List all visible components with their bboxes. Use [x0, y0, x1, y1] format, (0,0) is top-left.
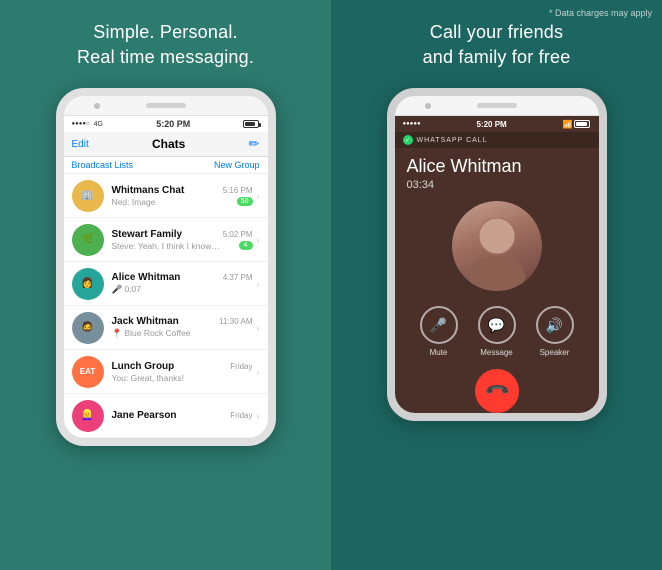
- right-tagline: Call your friends and family for free: [423, 20, 571, 70]
- call-duration: 03:34: [395, 179, 599, 201]
- caller-avatar-svg: [452, 201, 542, 291]
- chat-name: Whitmans Chat: [112, 185, 185, 196]
- unread-badge: 4: [239, 241, 253, 250]
- left-tagline: Simple. Personal. Real time messaging.: [77, 20, 254, 70]
- call-signal: ●●●●●: [403, 121, 421, 127]
- speaker-label: Speaker: [540, 348, 570, 357]
- wifi-icon: 📶: [563, 120, 573, 129]
- phone-camera: [94, 103, 100, 109]
- compose-button[interactable]: ✏: [249, 136, 260, 152]
- chat-info: Stewart Family 5:02 PM Steve: Yeah, I th…: [112, 229, 253, 251]
- avatar-face: [452, 201, 542, 291]
- chats-navbar: Edit Chats ✏: [64, 132, 268, 157]
- chat-message: 🎤 0:07: [112, 284, 142, 295]
- chat-info: Jack Whitman 11:30 AM 📍 Blue Rock Coffee: [112, 316, 253, 339]
- chat-name: Alice Whitman: [112, 272, 181, 283]
- chat-time: 11:30 AM: [219, 317, 252, 326]
- call-buttons-row: 🎤 Mute 💬 Message 🔊 Speaker: [395, 306, 599, 357]
- edit-button[interactable]: Edit: [72, 139, 89, 150]
- avatar: EAT: [72, 356, 104, 388]
- chat-time: Friday: [230, 411, 252, 420]
- speaker-button[interactable]: 🔊: [536, 306, 574, 344]
- battery-fill: [245, 122, 255, 126]
- chevron-icon: ›: [257, 411, 260, 421]
- table-row[interactable]: 👱‍♀️ Jane Pearson Friday ›: [64, 394, 268, 438]
- phone-top-bar-right: [395, 96, 599, 116]
- left-panel: Simple. Personal. Real time messaging. ●…: [0, 0, 331, 570]
- phone-camera-right: [425, 103, 431, 109]
- table-row[interactable]: 🧔 Jack Whitman 11:30 AM 📍 Blue Rock Coff…: [64, 306, 268, 350]
- phone-top-bar: [64, 96, 268, 116]
- avatar: 👱‍♀️: [72, 400, 104, 432]
- message-label: Message: [480, 348, 512, 357]
- chats-title: Chats: [152, 137, 185, 151]
- phone-frame-left: ●●●●○ 4G 5:20 PM Edit Chats ✏ Broadcast …: [56, 88, 276, 446]
- chevron-icon: ›: [257, 235, 260, 245]
- call-label: WHATSAPP CALL: [417, 137, 488, 144]
- broadcast-lists-link[interactable]: Broadcast Lists: [72, 160, 134, 170]
- chevron-icon: ›: [257, 367, 260, 377]
- chat-message: 📍 Blue Rock Coffee: [112, 328, 191, 339]
- battery-icon-right: [574, 120, 590, 128]
- chat-info: Jane Pearson Friday: [112, 410, 253, 421]
- caller-name: Alice Whitman: [395, 148, 599, 179]
- table-row[interactable]: 🏢 Whitmans Chat 5:16 PM Ned: Image 50 ›: [64, 174, 268, 218]
- chat-info: Lunch Group Friday You: Great, thanks!: [112, 361, 253, 383]
- call-time: 5:20 PM: [476, 120, 506, 129]
- new-group-link[interactable]: New Group: [214, 160, 260, 170]
- chat-time: 5:02 PM: [223, 230, 253, 239]
- chevron-icon: ›: [257, 279, 260, 289]
- message-button[interactable]: 💬: [478, 306, 516, 344]
- mute-button[interactable]: 🎤: [420, 306, 458, 344]
- broadcast-bar: Broadcast Lists New Group: [64, 157, 268, 174]
- call-status-bar: ●●●●● 5:20 PM 📶: [395, 116, 599, 132]
- mute-label: Mute: [430, 348, 448, 357]
- chat-name: Jack Whitman: [112, 316, 179, 327]
- chevron-icon: ›: [257, 323, 260, 333]
- phone-frame-right: ●●●●● 5:20 PM 📶 ✓ WHATSAPP CALL Alice Wh…: [387, 88, 607, 421]
- network-type: 4G: [94, 121, 103, 128]
- call-screen: ●●●●● 5:20 PM 📶 ✓ WHATSAPP CALL Alice Wh…: [395, 116, 599, 421]
- avatar: 👩: [72, 268, 104, 300]
- chat-message: Ned: Image: [112, 197, 156, 207]
- chat-list: 🏢 Whitmans Chat 5:16 PM Ned: Image 50 ›: [64, 174, 268, 438]
- mute-button-wrap: 🎤 Mute: [420, 306, 458, 357]
- avatar: 🧔: [72, 312, 104, 344]
- right-panel: * Data charges may apply Call your frien…: [331, 0, 662, 570]
- caller-avatar: [452, 201, 542, 291]
- end-call-button[interactable]: 📞: [465, 360, 527, 421]
- phone-speaker-right: [477, 103, 517, 108]
- unread-badge: 50: [237, 197, 253, 206]
- chat-info: Alice Whitman 4:37 PM 🎤 0:07: [112, 272, 253, 295]
- chat-time: 5:16 PM: [223, 186, 253, 195]
- status-time: 5:20 PM: [156, 119, 190, 129]
- chevron-icon: ›: [257, 191, 260, 201]
- whatsapp-logo-icon: ✓: [403, 135, 413, 145]
- phone-speaker: [146, 103, 186, 108]
- chat-time: Friday: [230, 362, 252, 371]
- chat-info: Whitmans Chat 5:16 PM Ned: Image 50: [112, 185, 253, 207]
- table-row[interactable]: EAT Lunch Group Friday You: Great, thank…: [64, 350, 268, 394]
- speaker-button-wrap: 🔊 Speaker: [536, 306, 574, 357]
- chat-name: Jane Pearson: [112, 410, 177, 421]
- chat-message: You: Great, thanks!: [112, 373, 184, 383]
- avatar: 🏢: [72, 180, 104, 212]
- message-button-wrap: 💬 Message: [478, 306, 516, 357]
- signal-icon: ●●●●○: [72, 121, 90, 127]
- chat-message: Steve: Yeah, I think I know wha...: [112, 241, 222, 251]
- data-notice: * Data charges may apply: [549, 8, 652, 18]
- chat-name: Stewart Family: [112, 229, 183, 240]
- table-row[interactable]: 👩 Alice Whitman 4:37 PM 🎤 0:07 ›: [64, 262, 268, 306]
- battery-area: [243, 120, 259, 128]
- chat-name: Lunch Group: [112, 361, 175, 372]
- signal-area: ●●●●○ 4G: [72, 121, 103, 128]
- battery-icon: [243, 120, 259, 128]
- chat-time: 4:37 PM: [223, 273, 253, 282]
- table-row[interactable]: 🌿 Stewart Family 5:02 PM Steve: Yeah, I …: [64, 218, 268, 262]
- status-bar-left: ●●●●○ 4G 5:20 PM: [64, 116, 268, 132]
- whatsapp-call-bar: ✓ WHATSAPP CALL: [395, 132, 599, 148]
- avatar: 🌿: [72, 224, 104, 256]
- battery-fill-right: [576, 122, 587, 126]
